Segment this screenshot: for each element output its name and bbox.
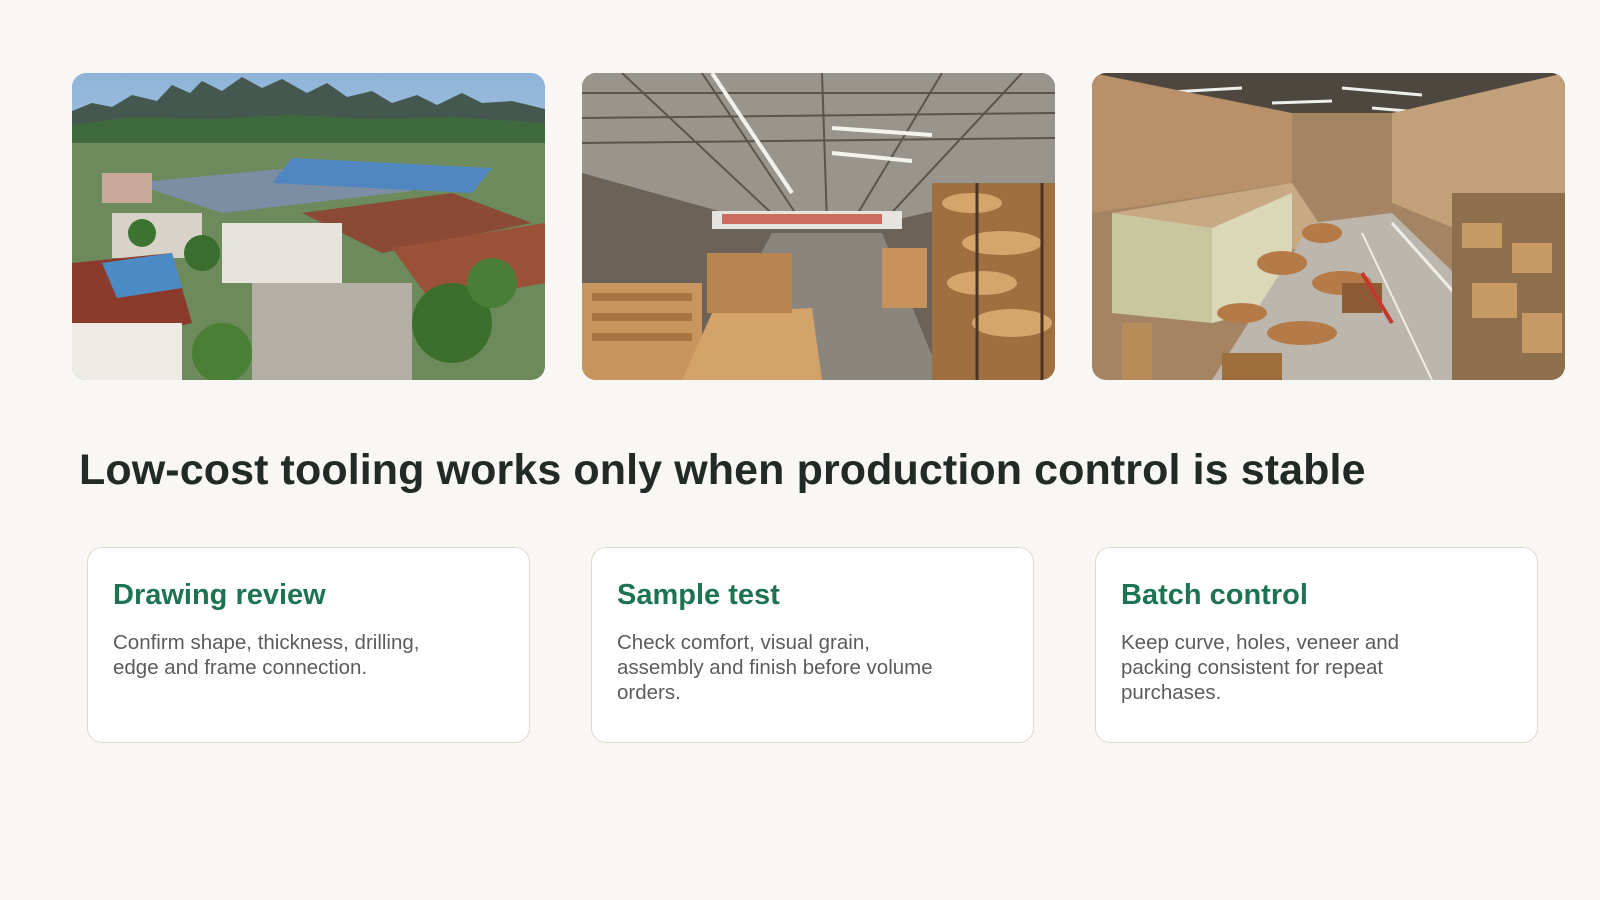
card-title: Batch control xyxy=(1121,579,1308,611)
card-title: Drawing review xyxy=(113,579,326,611)
card-batch-control: Batch control Keep curve, holes, veneer … xyxy=(1095,547,1538,743)
card-description: Check comfort, visual grain, assembly an… xyxy=(617,631,933,704)
card-title: Sample test xyxy=(617,579,780,611)
card-sample-test: Sample test Check comfort, visual grain,… xyxy=(591,547,1034,743)
card-description: Confirm shape, thickness, drilling, edge… xyxy=(113,631,420,679)
warehouse-interior-photo xyxy=(582,73,1055,380)
card-description: Keep curve, holes, veneer and packing co… xyxy=(1121,631,1400,704)
card-drawing-review: Drawing review Confirm shape, thickness,… xyxy=(87,547,530,743)
workshop-floor-photo xyxy=(1092,73,1565,380)
factory-aerial-photo xyxy=(72,73,545,380)
page-title: Low-cost tooling works only when product… xyxy=(79,446,1366,494)
